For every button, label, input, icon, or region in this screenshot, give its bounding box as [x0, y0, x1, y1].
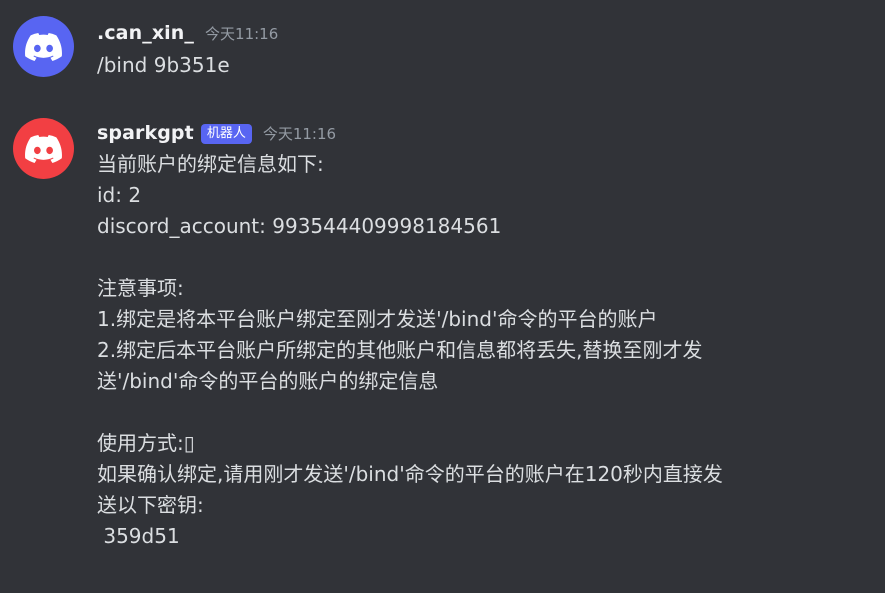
discord-logo-icon	[25, 134, 62, 163]
bot-avatar[interactable]	[13, 118, 74, 179]
chat-message-list: .can_xin_ 今天11:16 /bind 9b351e sparkgpt …	[0, 0, 885, 593]
discord-logo-icon	[25, 32, 62, 61]
user-avatar[interactable]	[13, 16, 74, 77]
username[interactable]: .can_xin_	[97, 22, 194, 44]
message-header: .can_xin_ 今天11:16	[97, 22, 278, 44]
username[interactable]: sparkgpt	[97, 122, 194, 144]
message-header: sparkgpt 机器人 今天11:16	[97, 122, 336, 146]
message-content: 当前账户的绑定信息如下: id: 2 discord_account: 9935…	[97, 152, 723, 548]
message-content: /bind 9b351e	[97, 53, 230, 77]
timestamp[interactable]: 今天11:16	[263, 123, 336, 144]
timestamp[interactable]: 今天11:16	[205, 23, 278, 44]
bot-tag: 机器人	[200, 124, 252, 144]
